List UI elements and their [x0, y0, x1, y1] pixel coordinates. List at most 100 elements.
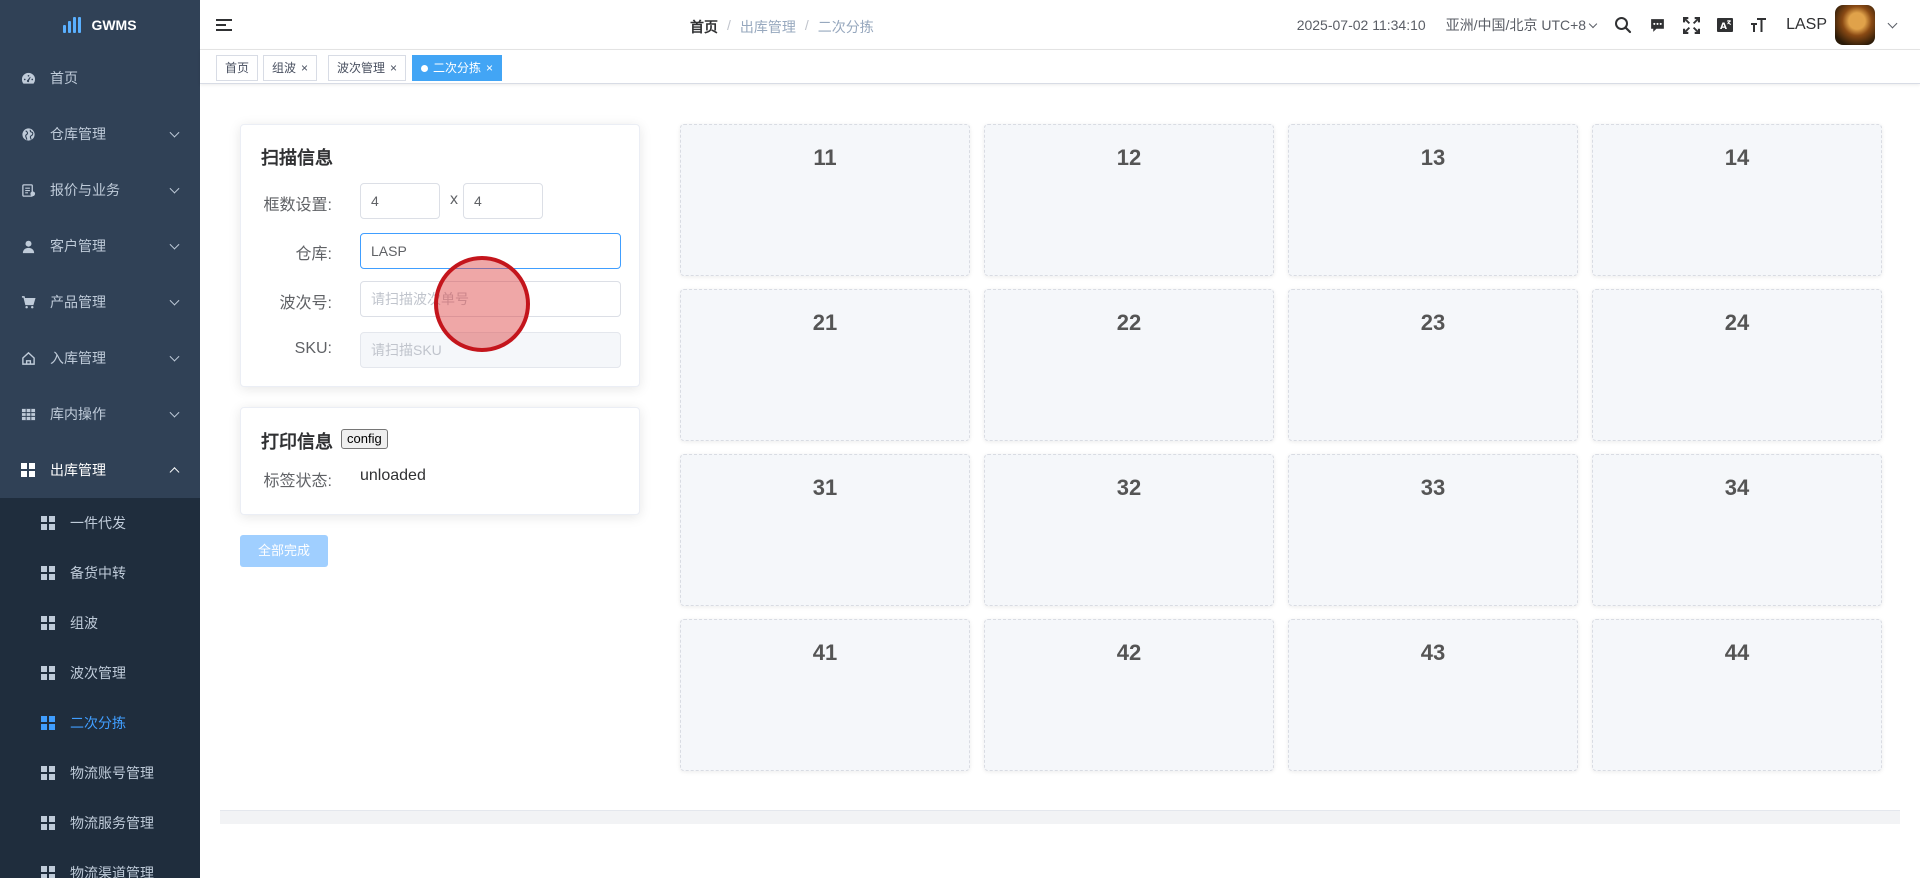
chevron-down-icon[interactable]	[1887, 18, 1898, 28]
bin-number: 33	[1420, 475, 1446, 500]
tag-label: 波次管理	[337, 61, 386, 75]
wave-number-label: 波次号:	[279, 295, 332, 312]
sidebar-item-inbound[interactable]: 入库管理	[0, 330, 200, 386]
sidebar-item-home[interactable]: 首页	[0, 50, 200, 106]
submenu-item-wave-group[interactable]: 组波	[0, 598, 200, 648]
sort-bin[interactable]: 43	[1288, 619, 1578, 771]
scan-info-card: 扫描信息 框数设置: 4 x 4 仓库: LASP 波次号: 请扫描波次单号 S…	[240, 124, 640, 387]
close-icon[interactable]: ×	[486, 56, 493, 80]
label-status-label: 标签状态:	[263, 473, 332, 490]
sidebar-item-customers[interactable]: 客户管理	[0, 218, 200, 274]
sidebar-item-outbound[interactable]: 出库管理	[0, 442, 200, 498]
sort-bin[interactable]: 23	[1288, 289, 1578, 441]
close-icon[interactable]: ×	[390, 56, 397, 80]
sort-bin[interactable]: 34	[1592, 454, 1882, 606]
grid-icon	[40, 615, 56, 631]
submenu-item-transfer[interactable]: 备货中转	[0, 548, 200, 598]
sort-bin[interactable]: 21	[680, 289, 970, 441]
sidebar-item-quotes[interactable]: 报价与业务	[0, 162, 200, 218]
submenu-item-dropship[interactable]: 一件代发	[0, 498, 200, 548]
sort-bin[interactable]: 44	[1592, 619, 1882, 771]
submenu-item-wave-management[interactable]: 波次管理	[0, 648, 200, 698]
username[interactable]: LASP	[1786, 16, 1827, 34]
font-size-icon[interactable]	[1748, 14, 1770, 36]
label-status-value: unloaded	[360, 467, 426, 484]
timezone-select[interactable]: 亚洲/中国/北京 UTC+8	[1445, 15, 1598, 35]
bin-number: 12	[1116, 145, 1142, 170]
avatar[interactable]	[1835, 5, 1875, 45]
bin-number: 22	[1116, 310, 1142, 335]
tag-secondary-sort[interactable]: 二次分拣 ×	[412, 55, 503, 81]
config-button[interactable]: config	[341, 429, 388, 449]
chevron-down-icon	[169, 183, 180, 194]
tag-wave-group[interactable]: 组波 ×	[263, 55, 318, 81]
breadcrumb: 首页 / 出库管理 / 二次分拣	[690, 17, 874, 37]
sidebar-item-warehouse[interactable]: 仓库管理	[0, 106, 200, 162]
top-navbar: 首页 / 出库管理 / 二次分拣 2025-07-02 11:34:10 亚洲/…	[200, 0, 1920, 50]
sort-bin[interactable]: 32	[984, 454, 1274, 606]
sidebar-item-label: 报价与业务	[50, 182, 120, 198]
submenu-item-logistics-accounts[interactable]: 物流账号管理	[0, 748, 200, 798]
dashboard-icon	[20, 70, 36, 86]
print-info-title: 打印信息	[261, 432, 333, 452]
breadcrumb-outbound[interactable]: 出库管理	[740, 17, 796, 37]
bin-number: 14	[1724, 145, 1750, 170]
grid-icon	[40, 865, 56, 878]
tag-wave-management[interactable]: 波次管理 ×	[328, 55, 407, 81]
submenu-item-logistics-channels[interactable]: 物流渠道管理	[0, 848, 200, 878]
sidebar-item-products[interactable]: 产品管理	[0, 274, 200, 330]
grid-icon	[40, 515, 56, 531]
submenu-item-secondary-sort[interactable]: 二次分拣	[0, 698, 200, 748]
sort-bin[interactable]: 11	[680, 124, 970, 276]
sort-bin[interactable]: 14	[1592, 124, 1882, 276]
sku-placeholder: 请扫描SKU	[371, 342, 442, 358]
sidebar-item-label: 产品管理	[50, 294, 106, 310]
breadcrumb-separator: /	[727, 17, 731, 33]
sidebar-item-inventory[interactable]: 库内操作	[0, 386, 200, 442]
scan-info-title: 扫描信息	[261, 148, 333, 168]
sort-bin[interactable]: 33	[1288, 454, 1578, 606]
table-icon	[20, 406, 36, 422]
bin-number: 11	[813, 145, 837, 170]
submenu-item-logistics-services[interactable]: 物流服务管理	[0, 798, 200, 848]
document-icon	[20, 182, 36, 198]
close-icon[interactable]: ×	[301, 56, 308, 80]
home-icon	[20, 350, 36, 366]
menu-toggle-icon[interactable]	[216, 17, 232, 33]
frame-rows-input[interactable]: 4	[360, 183, 440, 219]
tags-view: 首页 组波 × 波次管理 × 二次分拣 ×	[200, 50, 1920, 84]
app-name: GWMS	[91, 17, 137, 33]
tag-label: 组波	[272, 61, 297, 75]
tag-label: 首页	[225, 61, 250, 75]
breadcrumb-home[interactable]: 首页	[690, 17, 718, 37]
logo-icon	[63, 17, 82, 33]
breadcrumb-separator: /	[804, 17, 809, 33]
current-datetime: 2025-07-02 11:34:10	[1296, 17, 1426, 33]
submenu-item-label: 备货中转	[70, 565, 126, 581]
bin-number: 32	[1116, 475, 1142, 500]
sort-bin[interactable]: 41	[680, 619, 970, 771]
sidebar-item-label: 客户管理	[50, 238, 106, 254]
chevron-down-icon	[169, 239, 180, 250]
language-icon[interactable]: A	[1714, 14, 1736, 36]
complete-all-button[interactable]: 全部完成	[240, 535, 328, 567]
search-icon[interactable]	[1612, 14, 1634, 36]
sort-bin[interactable]: 31	[680, 454, 970, 606]
tag-home[interactable]: 首页	[216, 55, 259, 81]
frame-cols-input[interactable]: 4	[463, 183, 543, 219]
app-logo[interactable]: GWMS	[0, 0, 200, 50]
horizontal-scrollbar[interactable]	[220, 810, 1900, 824]
sort-bin[interactable]: 13	[1288, 124, 1578, 276]
sort-bin[interactable]: 22	[984, 289, 1274, 441]
sort-bin[interactable]: 24	[1592, 289, 1882, 441]
grid-icon	[40, 765, 56, 781]
fullscreen-icon[interactable]	[1680, 14, 1702, 36]
bin-number: 42	[1116, 640, 1142, 665]
bin-number: 24	[1724, 310, 1750, 335]
timezone-value: 亚洲/中国/北京 UTC+8	[1445, 17, 1587, 33]
breadcrumb-current: 二次分拣	[817, 19, 874, 35]
sort-bin[interactable]: 42	[984, 619, 1274, 771]
message-icon[interactable]	[1646, 14, 1668, 36]
sort-bin[interactable]: 12	[984, 124, 1274, 276]
header-right-menu: 2025-07-02 11:34:10 亚洲/中国/北京 UTC+8 A LAS…	[1297, 0, 1920, 50]
